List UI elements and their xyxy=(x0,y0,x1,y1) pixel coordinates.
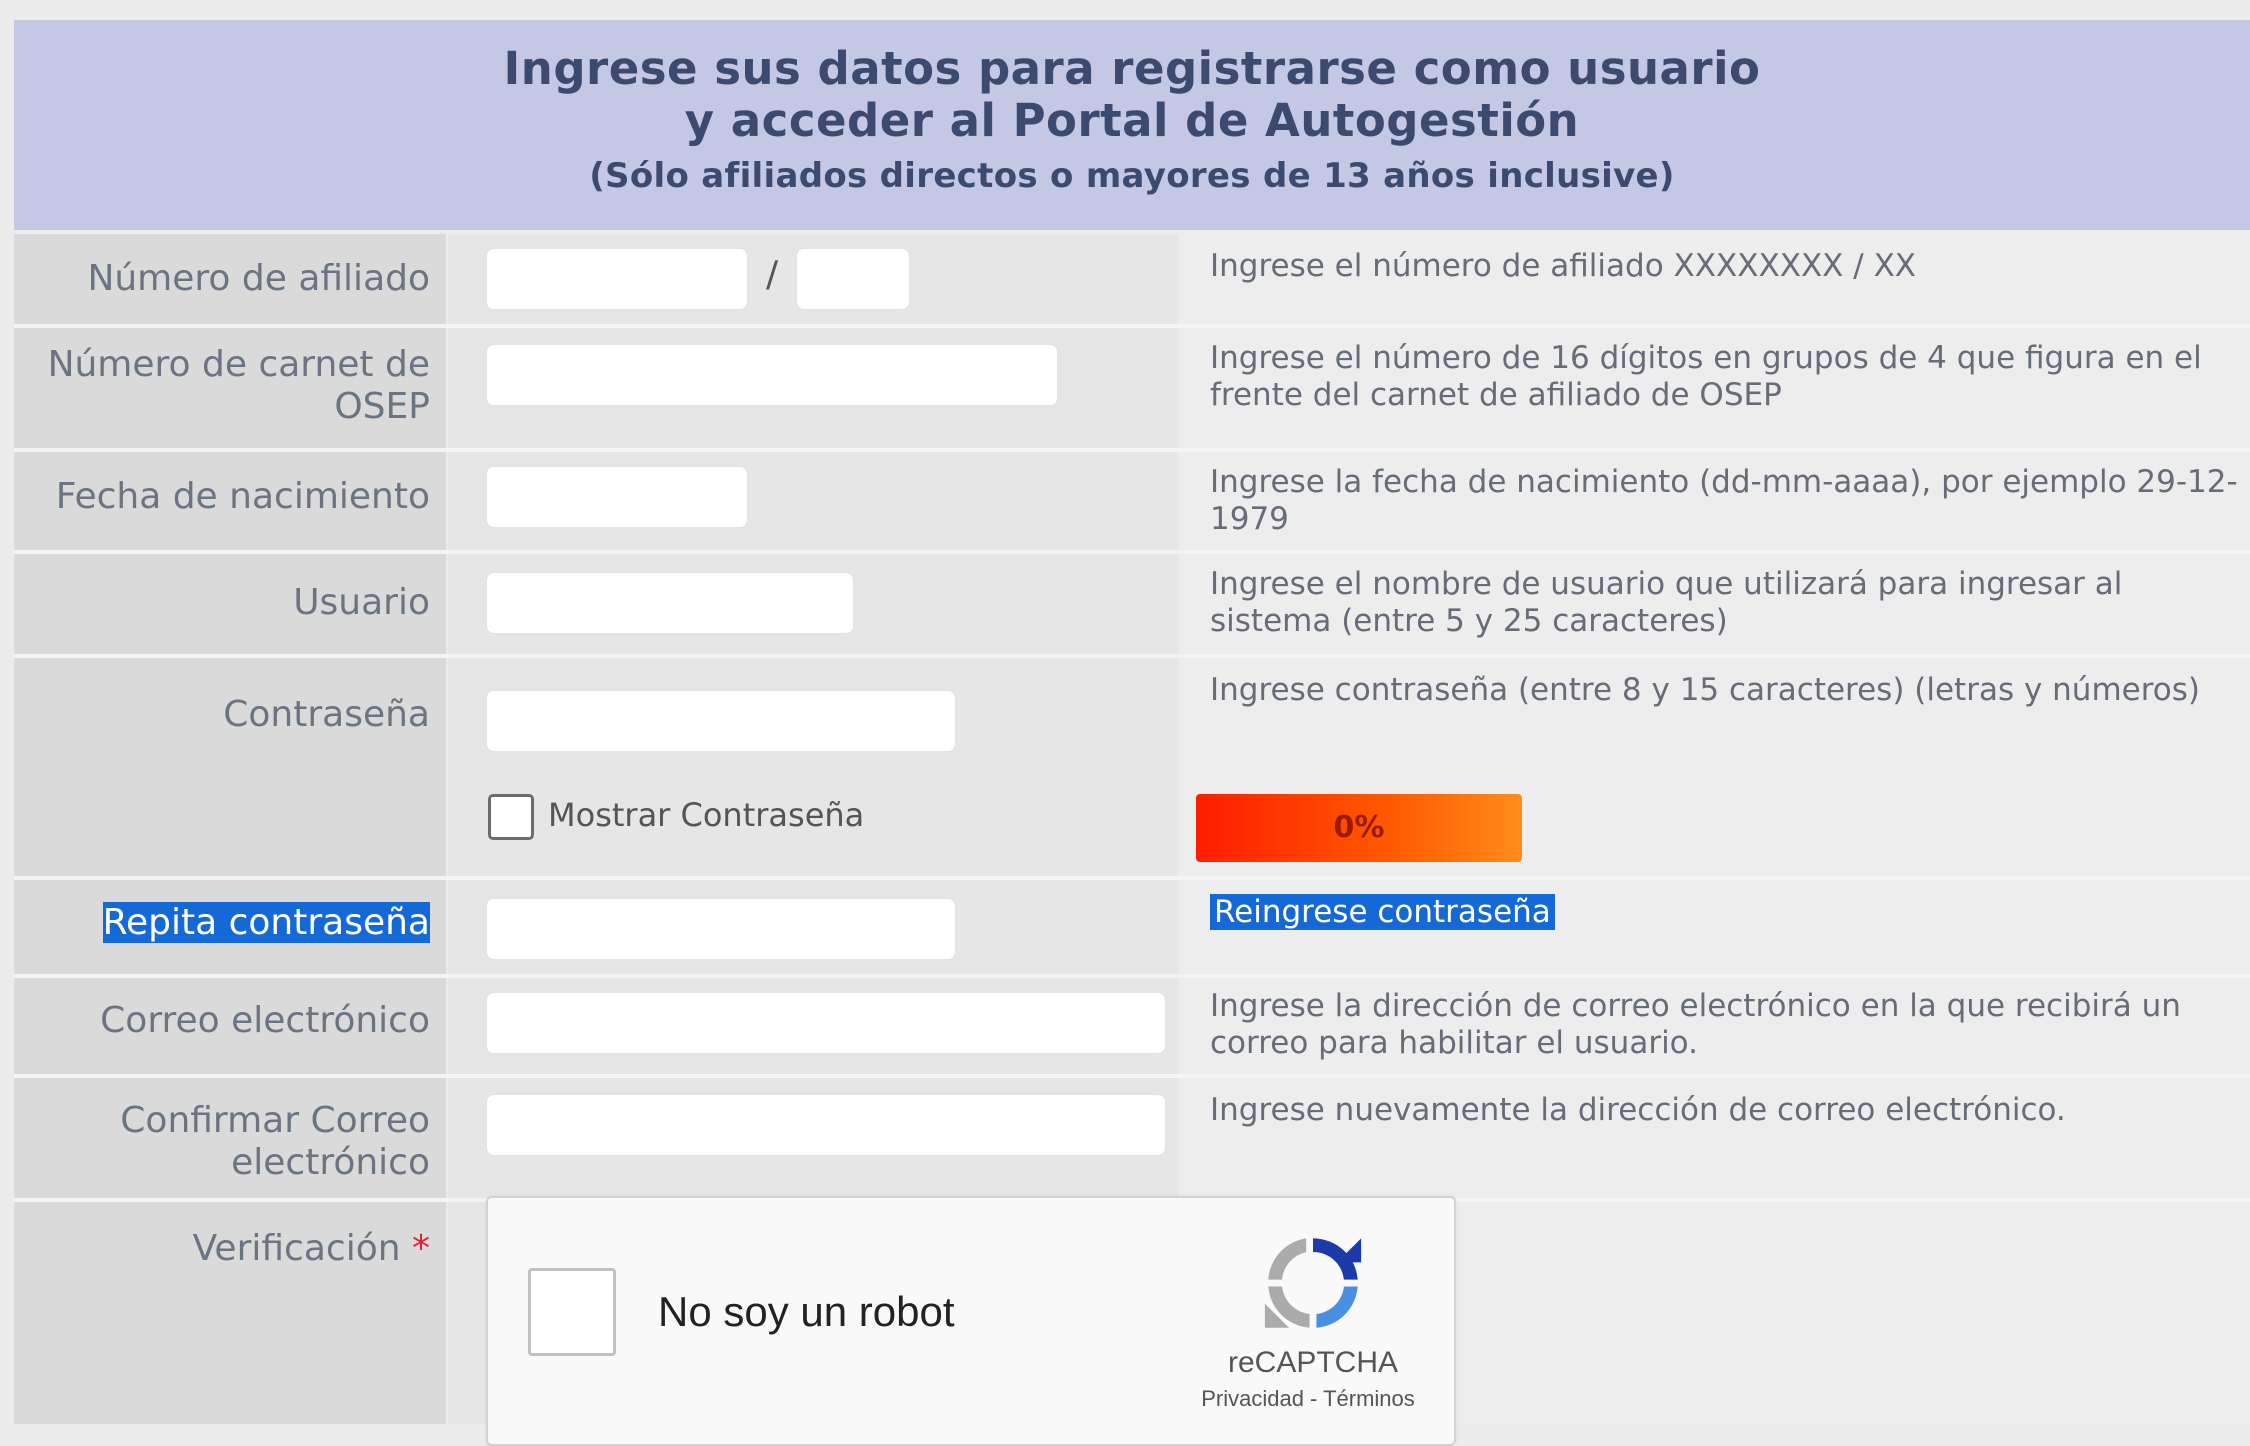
carnet-label-line1: Número de carnet de xyxy=(47,344,430,385)
contrasena-label: Contraseña xyxy=(14,658,446,876)
registration-form: Ingrese sus datos para registrarse como … xyxy=(14,20,2250,1446)
repita-input-cell xyxy=(448,880,1178,974)
row-repita: Repita contraseña Reingrese contraseña xyxy=(14,880,2250,974)
usuario-input-cell xyxy=(448,554,1178,654)
form-header: Ingrese sus datos para registrarse como … xyxy=(14,20,2250,230)
afiliado-separator: / xyxy=(766,254,779,295)
confirmar-label-line1: Confirmar Correo xyxy=(120,1100,430,1141)
confirmar-input-cell xyxy=(448,1078,1178,1198)
recaptcha-widget: No soy un robot reCAPTCHA Privacidad - T… xyxy=(486,1196,1456,1446)
row-contrasena: Contraseña Mostrar Contraseña Ingrese co… xyxy=(14,658,2250,876)
mostrar-contrasena-label[interactable]: Mostrar Contraseña xyxy=(548,796,864,834)
required-mark: * xyxy=(412,1228,430,1269)
row-afiliado: Número de afiliado / Ingrese el número d… xyxy=(14,234,2250,324)
correo-input[interactable] xyxy=(486,992,1166,1054)
repita-help: Reingrese contraseña xyxy=(1210,894,1555,930)
carnet-label-line2: OSEP xyxy=(334,386,430,427)
carnet-label: Número de carnet de OSEP xyxy=(14,328,446,448)
confirmar-label: Confirmar Correo electrónico xyxy=(14,1078,446,1198)
row-carnet: Número de carnet de OSEP Ingrese el núme… xyxy=(14,328,2250,448)
confirmar-correo-input[interactable] xyxy=(486,1094,1166,1156)
nacimiento-input[interactable] xyxy=(486,466,748,528)
verificacion-label-cell: Verificación * xyxy=(14,1202,446,1424)
confirmar-label-line2: electrónico xyxy=(231,1142,430,1183)
afiliado-help: Ingrese el número de afiliado XXXXXXXX /… xyxy=(1180,234,2250,324)
carnet-help: Ingrese el número de 16 dígitos en grupo… xyxy=(1180,328,2250,448)
verificacion-label: Verificación xyxy=(192,1228,401,1269)
repita-contrasena-input[interactable] xyxy=(486,898,956,960)
row-nacimiento: Fecha de nacimiento Ingrese la fecha de … xyxy=(14,452,2250,550)
recaptcha-label: No soy un robot xyxy=(658,1288,955,1335)
afiliado-number-input[interactable] xyxy=(486,248,748,310)
afiliado-label: Número de afiliado xyxy=(14,234,446,324)
row-usuario: Usuario Ingrese el nombre de usuario que… xyxy=(14,554,2250,654)
header-title-line1: Ingrese sus datos para registrarse como … xyxy=(503,42,1761,95)
header-subtitle: (Sólo afiliados directos o mayores de 13… xyxy=(589,156,1675,196)
carnet-input[interactable] xyxy=(486,344,1058,406)
repita-label: Repita contraseña xyxy=(102,902,430,943)
contrasena-help-text: Ingrese contraseña (entre 8 y 15 caracte… xyxy=(1210,672,2201,708)
header-title-line2: y acceder al Portal de Autogestión xyxy=(684,94,1580,147)
password-strength-meter: 0% xyxy=(1196,794,1522,862)
correo-input-cell xyxy=(448,978,1178,1074)
row-confirmar: Confirmar Correo electrónico Ingrese nue… xyxy=(14,1078,2250,1198)
carnet-input-cell xyxy=(448,328,1178,448)
nacimiento-help: Ingrese la fecha de nacimiento (dd-mm-aa… xyxy=(1180,452,2250,550)
mostrar-contrasena-checkbox[interactable] xyxy=(488,794,534,840)
recaptcha-brand: reCAPTCHA xyxy=(1227,1346,1399,1379)
afiliado-input-cell: / xyxy=(448,234,1178,324)
correo-help-text: Ingrese la dirección de correo electróni… xyxy=(1210,988,2181,1061)
usuario-help: Ingrese el nombre de usuario que utiliza… xyxy=(1180,554,2250,654)
recaptcha-links[interactable]: Privacidad - Términos xyxy=(1158,1386,1458,1412)
usuario-input[interactable] xyxy=(486,572,854,634)
recaptcha-checkbox[interactable] xyxy=(528,1268,616,1356)
repita-label-cell: Repita contraseña xyxy=(14,880,446,974)
correo-help: Ingrese la dirección de correo electróni… xyxy=(1180,978,2250,1074)
row-correo: Correo electrónico Ingrese la dirección … xyxy=(14,978,2250,1074)
correo-label: Correo electrónico xyxy=(14,978,446,1074)
recaptcha-logo-icon xyxy=(1264,1238,1362,1328)
repita-help-cell: Reingrese contraseña xyxy=(1180,880,2250,974)
contrasena-input[interactable] xyxy=(486,690,956,752)
contrasena-input-cell: Mostrar Contraseña xyxy=(448,658,1178,876)
afiliado-suffix-input[interactable] xyxy=(796,248,910,310)
usuario-label: Usuario xyxy=(14,554,446,654)
nacimiento-input-cell xyxy=(448,452,1178,550)
confirmar-help: Ingrese nuevamente la dirección de corre… xyxy=(1180,1078,2250,1198)
nacimiento-label: Fecha de nacimiento xyxy=(14,452,446,550)
